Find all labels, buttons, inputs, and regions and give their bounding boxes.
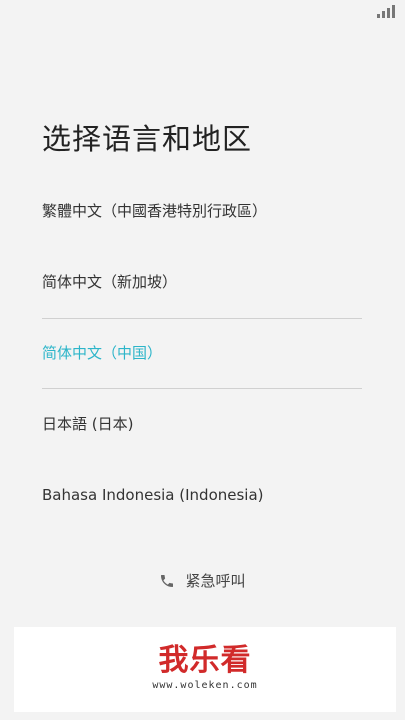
language-option-zh-cn[interactable]: 简体中文（中国）	[42, 318, 362, 389]
status-bar	[0, 0, 405, 24]
language-region-screen: 选择语言和地区 繁體中文（中國香港特別行政區） 简体中文（新加坡） 简体中文（中…	[0, 0, 405, 720]
phone-icon	[161, 574, 174, 587]
language-list: 繁體中文（中國香港特別行政區） 简体中文（新加坡） 简体中文（中国） 日本語 (…	[42, 176, 362, 531]
page-title: 选择语言和地区	[42, 122, 253, 156]
language-option-zh-hk[interactable]: 繁體中文（中國香港特別行政區）	[42, 176, 362, 247]
watermark-logo: 我乐看	[158, 643, 252, 678]
watermark-url: www.woleken.com	[152, 680, 258, 691]
watermark: 我乐看 www.woleken.com	[14, 627, 396, 712]
language-option-id-id[interactable]: Bahasa Indonesia (Indonesia)	[42, 460, 362, 531]
language-option-zh-sg[interactable]: 简体中文（新加坡）	[42, 247, 362, 318]
emergency-call-button[interactable]: 紧急呼叫	[0, 570, 405, 596]
signal-icon	[377, 4, 395, 18]
language-option-ja-jp[interactable]: 日本語 (日本)	[42, 389, 362, 460]
emergency-call-label: 紧急呼叫	[185, 572, 246, 590]
